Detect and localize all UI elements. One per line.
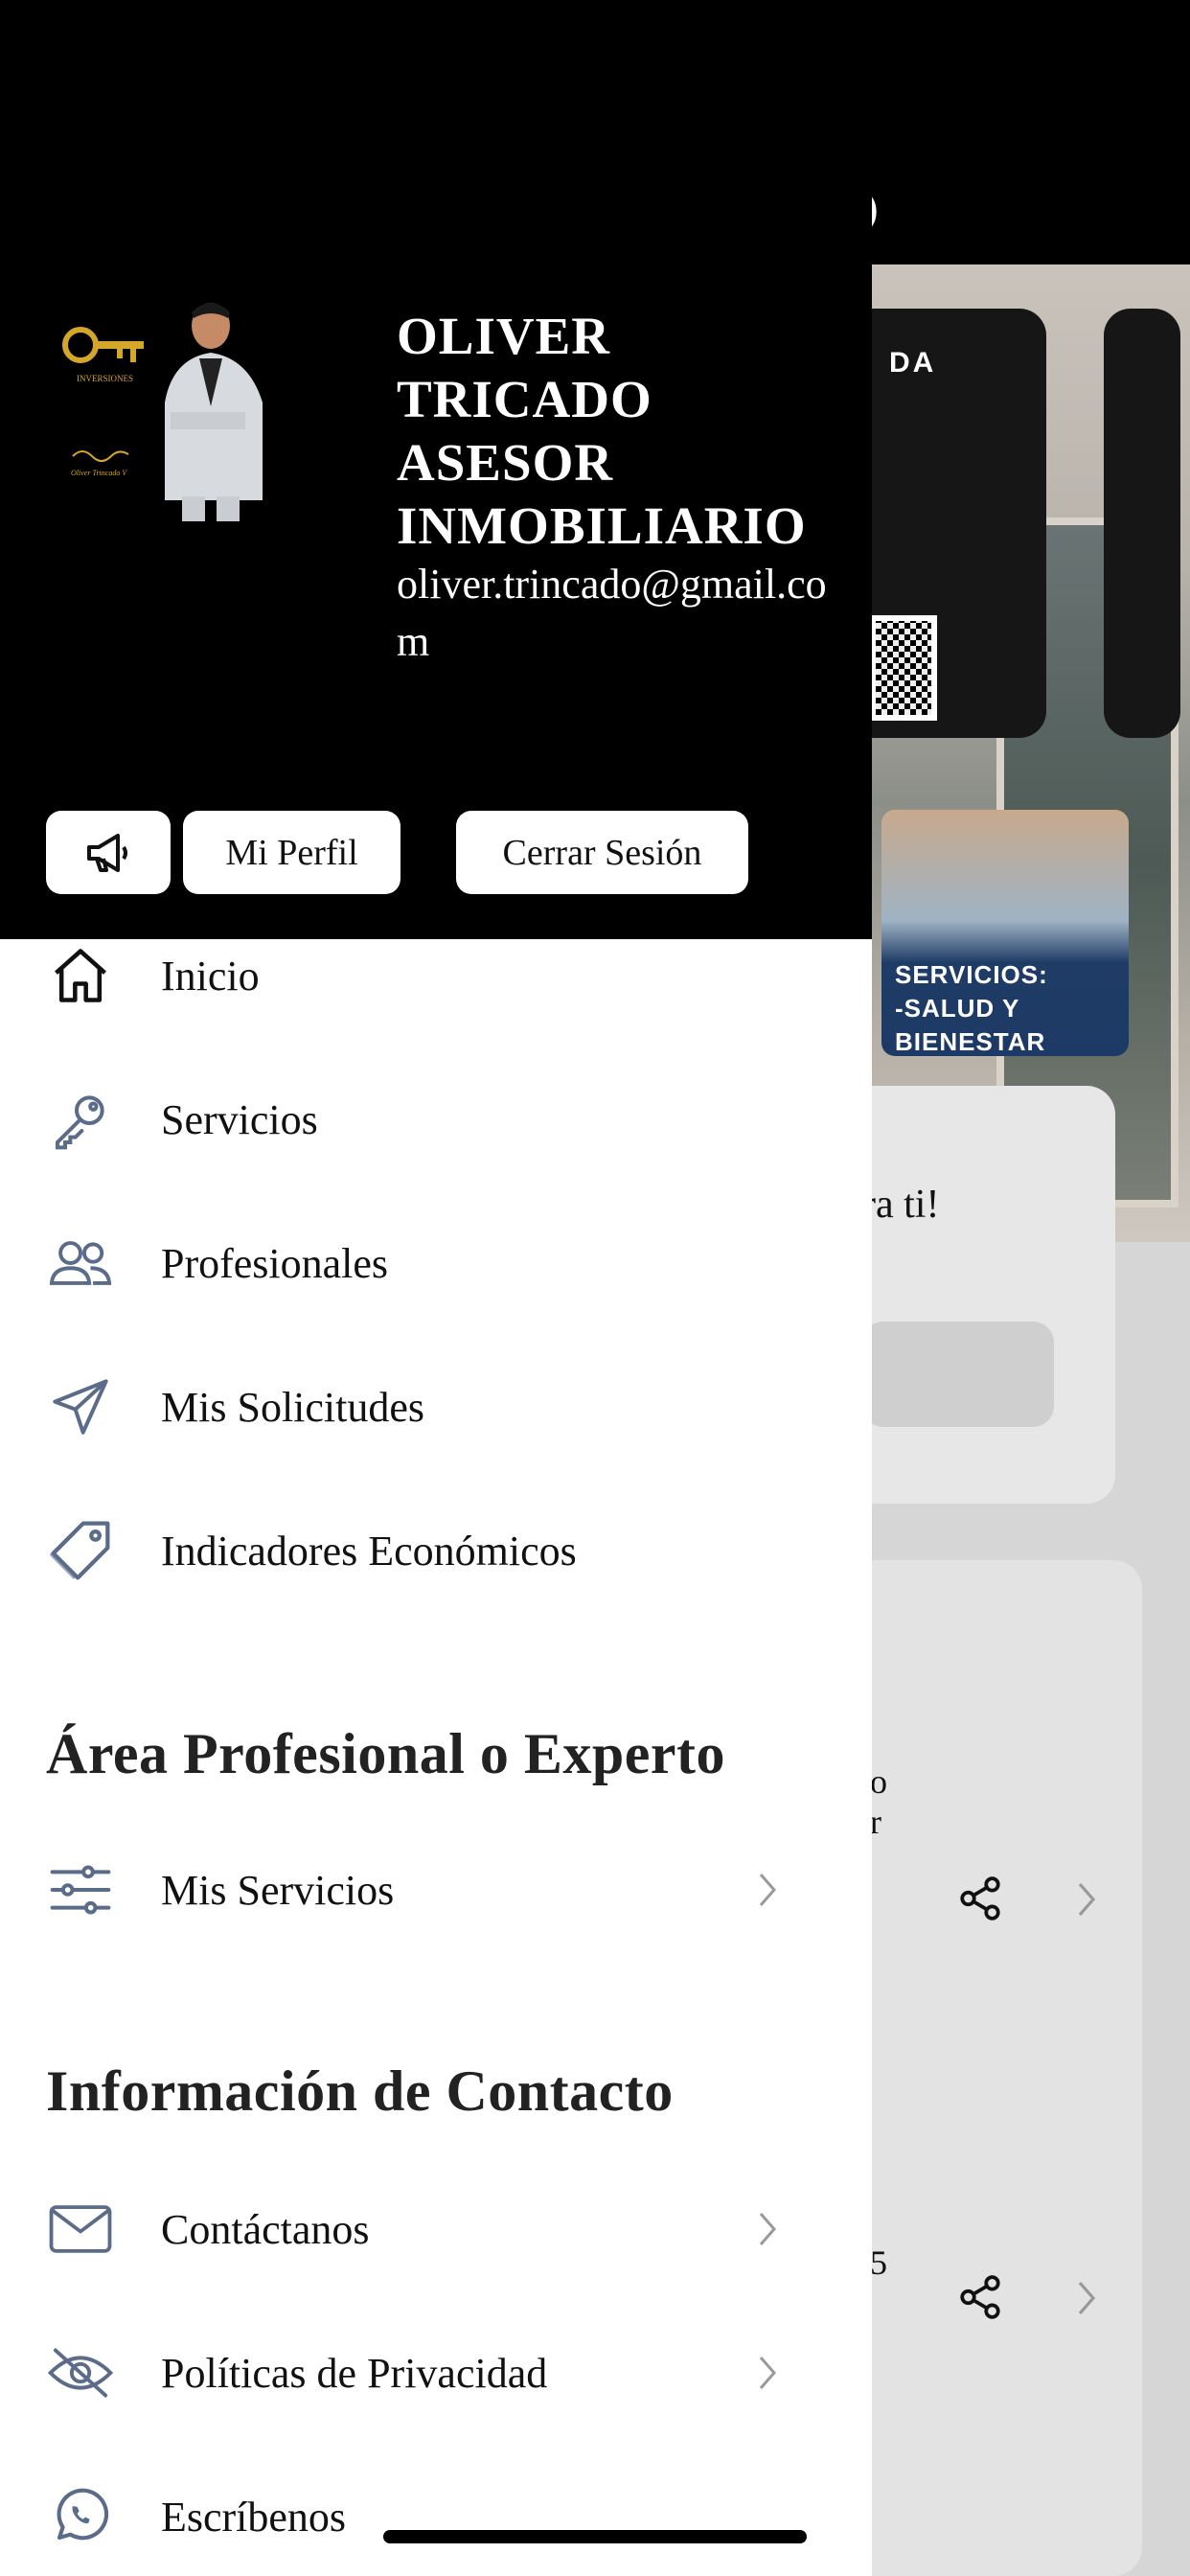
users-icon <box>49 1241 112 1285</box>
background-list-card: o r 5 <box>843 1560 1142 2576</box>
menu-item-label: Mis Servicios <box>161 1866 395 1914</box>
background-list-fragment: 5 <box>870 2243 887 2282</box>
chevron-right-icon <box>759 2213 776 2245</box>
background-list-fragment: o <box>870 1762 887 1801</box>
background-service-label: SERVICIOS: -SALUD Y BIENESTAR <box>895 960 1048 1056</box>
eye-off-icon <box>48 2348 113 2398</box>
background-service-card[interactable]: SERVICIOS: -SALUD Y BIENESTAR <box>881 810 1129 1056</box>
announcements-button[interactable] <box>46 811 171 894</box>
background-info-button[interactable] <box>862 1322 1054 1427</box>
menu-item-politicas-privacidad[interactable]: Políticas de Privacidad <box>0 2315 872 2430</box>
share-icon[interactable] <box>956 1874 1004 1922</box>
section-title-professional: Área Profesional o Experto <box>46 1722 726 1785</box>
menu-item-label: Servicios <box>161 1095 318 1143</box>
menu-item-mis-servicios[interactable]: Mis Servicios <box>0 1832 872 1947</box>
section-title-contact: Información de Contacto <box>46 2059 674 2123</box>
chevron-right-icon[interactable] <box>1069 1876 1102 1922</box>
chevron-right-icon[interactable] <box>1069 2275 1102 2321</box>
background-info-card: ra ti! <box>843 1086 1115 1504</box>
menu-item-label: Contáctanos <box>161 2205 370 2253</box>
menu-item-label: Indicadores Económicos <box>161 1527 577 1575</box>
menu-item-label: Inicio <box>161 952 260 1000</box>
menu-item-label: Mis Solicitudes <box>161 1383 425 1431</box>
menu-item-escribenos[interactable]: Escríbenos <box>0 2459 872 2574</box>
menu-item-contactanos[interactable]: Contáctanos <box>0 2172 872 2287</box>
menu-item-inicio[interactable]: Inicio <box>0 918 872 1033</box>
megaphone-icon <box>87 833 127 872</box>
home-icon <box>54 949 107 1002</box>
svg-text:Oliver Trincado V: Oliver Trincado V <box>71 469 127 477</box>
logout-button[interactable]: Cerrar Sesión <box>456 811 748 894</box>
background-info-fragment: ra ti! <box>862 1183 940 1227</box>
background-promo-card-2[interactable] <box>1104 309 1180 738</box>
drawer-header: INVERSIONES Oliver Trincado V OLIVER TRI… <box>0 0 872 939</box>
mail-icon <box>49 2205 112 2253</box>
whatsapp-icon <box>57 2488 109 2541</box>
chevron-right-icon <box>759 1874 776 1906</box>
tag-icon <box>50 1521 110 1580</box>
qr-code-image <box>870 615 937 721</box>
menu-item-servicios[interactable]: Servicios <box>0 1062 872 1177</box>
avatar[interactable]: INVERSIONES Oliver Trincado V <box>57 288 276 525</box>
user-email: oliver.trincado@gmail.com <box>397 561 827 665</box>
home-indicator[interactable] <box>383 2530 807 2543</box>
send-icon <box>53 1379 108 1435</box>
share-icon[interactable] <box>956 2273 1004 2321</box>
menu-item-profesionales[interactable]: Profesionales <box>0 1206 872 1321</box>
menu-item-label: Profesionales <box>161 1239 389 1287</box>
user-name: OLIVER TRICADO ASESOR INMOBILIARIO <box>397 307 807 555</box>
background-promo-card[interactable]: DA <box>843 309 1046 738</box>
menu-item-label: Políticas de Privacidad <box>161 2349 548 2397</box>
profile-button[interactable]: Mi Perfil <box>183 811 400 894</box>
navigation-drawer: INVERSIONES Oliver Trincado V OLIVER TRI… <box>0 0 872 2576</box>
menu-item-label: Escríbenos <box>161 2493 347 2541</box>
svg-text:INVERSIONES: INVERSIONES <box>77 374 133 383</box>
chevron-right-icon <box>759 2357 776 2389</box>
sliders-icon <box>50 1865 111 1915</box>
menu-item-mis-solicitudes[interactable]: Mis Solicitudes <box>0 1349 872 1464</box>
background-promo-card-text: DA <box>889 347 937 379</box>
menu-item-indicadores-economicos[interactable]: Indicadores Económicos <box>0 1493 872 1608</box>
key-icon <box>56 1095 104 1150</box>
